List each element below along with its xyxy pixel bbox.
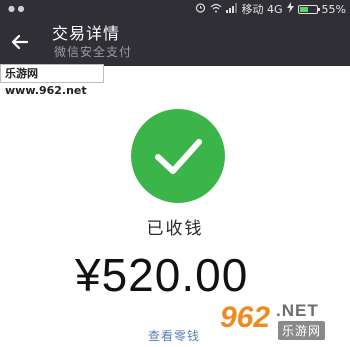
carrier-label: 移动 4G [241, 3, 283, 16]
charging-icon [286, 2, 294, 16]
page-title: 交易详情 [52, 24, 121, 43]
battery-percent: 55% [321, 2, 346, 16]
battery-icon [297, 4, 320, 14]
back-button[interactable] [4, 24, 36, 60]
transaction-amount: ¥520.00 [75, 249, 249, 301]
arrow-left-icon [11, 34, 29, 50]
logo-number: 962 [220, 301, 271, 334]
site-logo: 962 .NET 乐游网 [216, 299, 344, 343]
signal-icon [225, 2, 238, 16]
transaction-status: 已收钱 [146, 219, 204, 239]
logo-name: 乐游网 [278, 321, 326, 340]
battery-level [299, 6, 309, 12]
success-check-icon [131, 109, 225, 203]
site-watermark: 乐游网 www.962.net [0, 64, 104, 97]
logo-suffix: .NET [276, 301, 319, 320]
app-bar: 交易详情 微信安全支付 [0, 18, 350, 66]
wifi-icon [210, 3, 222, 16]
page-subtitle: 微信安全支付 [54, 45, 133, 59]
alarm-icon [195, 2, 206, 16]
status-indicators: 移动 4G 55% [195, 2, 346, 16]
view-change-link[interactable]: 查看零钱 [148, 327, 200, 344]
notification-icons: ● ● [8, 4, 25, 13]
status-bar: ● ● 移动 4G 55% [0, 0, 350, 18]
